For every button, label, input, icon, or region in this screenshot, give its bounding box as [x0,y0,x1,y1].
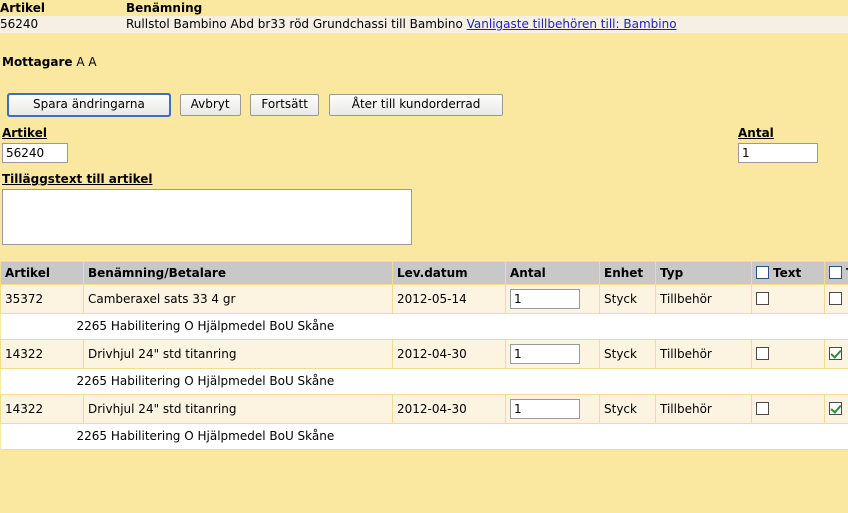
payer-row: 2265 Habilitering O Hjälpmedel BoU Skåne [0,313,848,340]
cell-tabort [824,284,848,314]
cell-antal [505,339,600,369]
row-quantity-input[interactable] [510,289,580,309]
extra-text-label: Tilläggstext till artikel [2,172,153,186]
payer-label: 2265 Habilitering O Hjälpmedel BoU Skåne [0,313,848,340]
cell-levdatum: 2012-05-14 [392,284,506,314]
cell-text [751,284,825,314]
cell-benamning: Drivhjul 24" std titanring [83,339,393,369]
toolbar: Spara ändringarna Avbryt Fortsätt Åter t… [0,69,848,117]
row-tabort-checkbox[interactable] [829,292,842,305]
row-tabort-checkbox[interactable] [829,402,842,415]
cell-benamning: Drivhjul 24" std titanring [83,394,393,424]
row-quantity-input[interactable] [510,399,580,419]
cell-typ: Tillbehör [655,339,752,369]
payer-label: 2265 Habilitering O Hjälpmedel BoU Skåne [0,368,848,395]
payer-label: 2265 Habilitering O Hjälpmedel BoU Skåne [0,423,848,450]
grid-col-benamning: Benämning/Betalare [83,261,393,285]
cell-artikel: 14322 [0,339,84,369]
grid-col-enhet: Enhet [599,261,656,285]
accessory-grid: Artikel Benämning/Betalare Lev.datum Ant… [0,261,848,450]
cell-artikel: 35372 [0,284,84,314]
antal-field-group: Antal [738,126,818,163]
save-button[interactable]: Spara ändringarna [7,93,171,117]
grid-col-typ: Typ [655,261,752,285]
cell-text [751,339,825,369]
cell-artikel: 14322 [0,394,84,424]
article-summary-header-row: Artikel Benämning [0,0,848,16]
extra-text-textarea[interactable] [2,189,412,245]
cell-enhet: Styck [599,339,656,369]
row-text-checkbox[interactable] [756,347,769,360]
cell-typ: Tillbehör [655,394,752,424]
article-summary-benamning-value: Rullstol Bambino Abd br33 röd Grundchass… [126,17,463,31]
cell-tabort [824,339,848,369]
grid-col-antal: Antal [505,261,600,285]
cell-enhet: Styck [599,394,656,424]
cell-benamning: Camberaxel sats 33 4 gr [83,284,393,314]
row-text-checkbox[interactable] [756,402,769,415]
article-form: Artikel Antal Tilläggstext till artikel [0,116,848,248]
row-quantity-input[interactable] [510,344,580,364]
payer-row: 2265 Habilitering O Hjälpmedel BoU Skåne [0,423,848,450]
grid-col-levdatum: Lev.datum [392,261,506,285]
article-summary-row: 56240 Rullstol Bambino Abd br33 röd Grun… [0,16,848,33]
table-row: 14322 Drivhjul 24" std titanring 2012-04-3… [0,339,848,369]
grid-col-tabort: Ta bort [824,261,848,285]
cell-levdatum: 2012-04-30 [392,394,506,424]
cell-text [751,394,825,424]
cell-antal [505,284,600,314]
select-all-text-checkbox[interactable] [756,266,769,279]
row-tabort-checkbox[interactable] [829,347,842,360]
article-summary-table: Artikel Benämning 56240 Rullstol Bambino… [0,0,848,33]
cell-antal [505,394,600,424]
grid-col-text-label: Text [773,266,802,280]
grid-col-artikel: Artikel [0,261,84,285]
extra-text-wrapper [2,189,848,248]
accessory-link[interactable]: Vanligaste tillbehören till: Bambino [467,17,677,31]
artikel-input[interactable] [2,143,68,163]
antal-field-label: Antal [738,126,774,140]
recipient-label: Mottagare [2,55,73,69]
cell-levdatum: 2012-04-30 [392,339,506,369]
table-row: 35372Camberaxel sats 33 4 gr2012-05-14 St… [0,284,848,314]
article-summary-col-benamning: Benämning [126,0,848,16]
back-to-order-row-button[interactable]: Åter till kundorderrad [328,94,504,116]
table-row: 14322 Drivhjul 24" std titanring 2012-04-3… [0,394,848,424]
artikel-field-label: Artikel [2,126,47,140]
accessory-grid-header-row: Artikel Benämning/Betalare Lev.datum Ant… [0,261,848,285]
row-text-checkbox[interactable] [756,292,769,305]
article-summary-col-artikel: Artikel [0,0,126,16]
recipient-value: A A [76,55,97,69]
antal-input[interactable] [738,143,818,163]
article-summary-benamning-cell: Rullstol Bambino Abd br33 röd Grundchass… [126,16,848,33]
payer-row: 2265 Habilitering O Hjälpmedel BoU Skåne [0,368,848,395]
cell-typ: Tillbehör [655,284,752,314]
grid-col-text: Text [751,261,825,285]
continue-button[interactable]: Fortsätt [250,94,319,116]
cancel-button[interactable]: Avbryt [179,94,241,116]
cell-tabort [824,394,848,424]
select-all-tabort-checkbox[interactable] [829,266,842,279]
recipient-row: Mottagare A A [0,33,848,69]
cell-enhet: Styck [599,284,656,314]
article-summary-artikel-value: 56240 [0,16,126,33]
